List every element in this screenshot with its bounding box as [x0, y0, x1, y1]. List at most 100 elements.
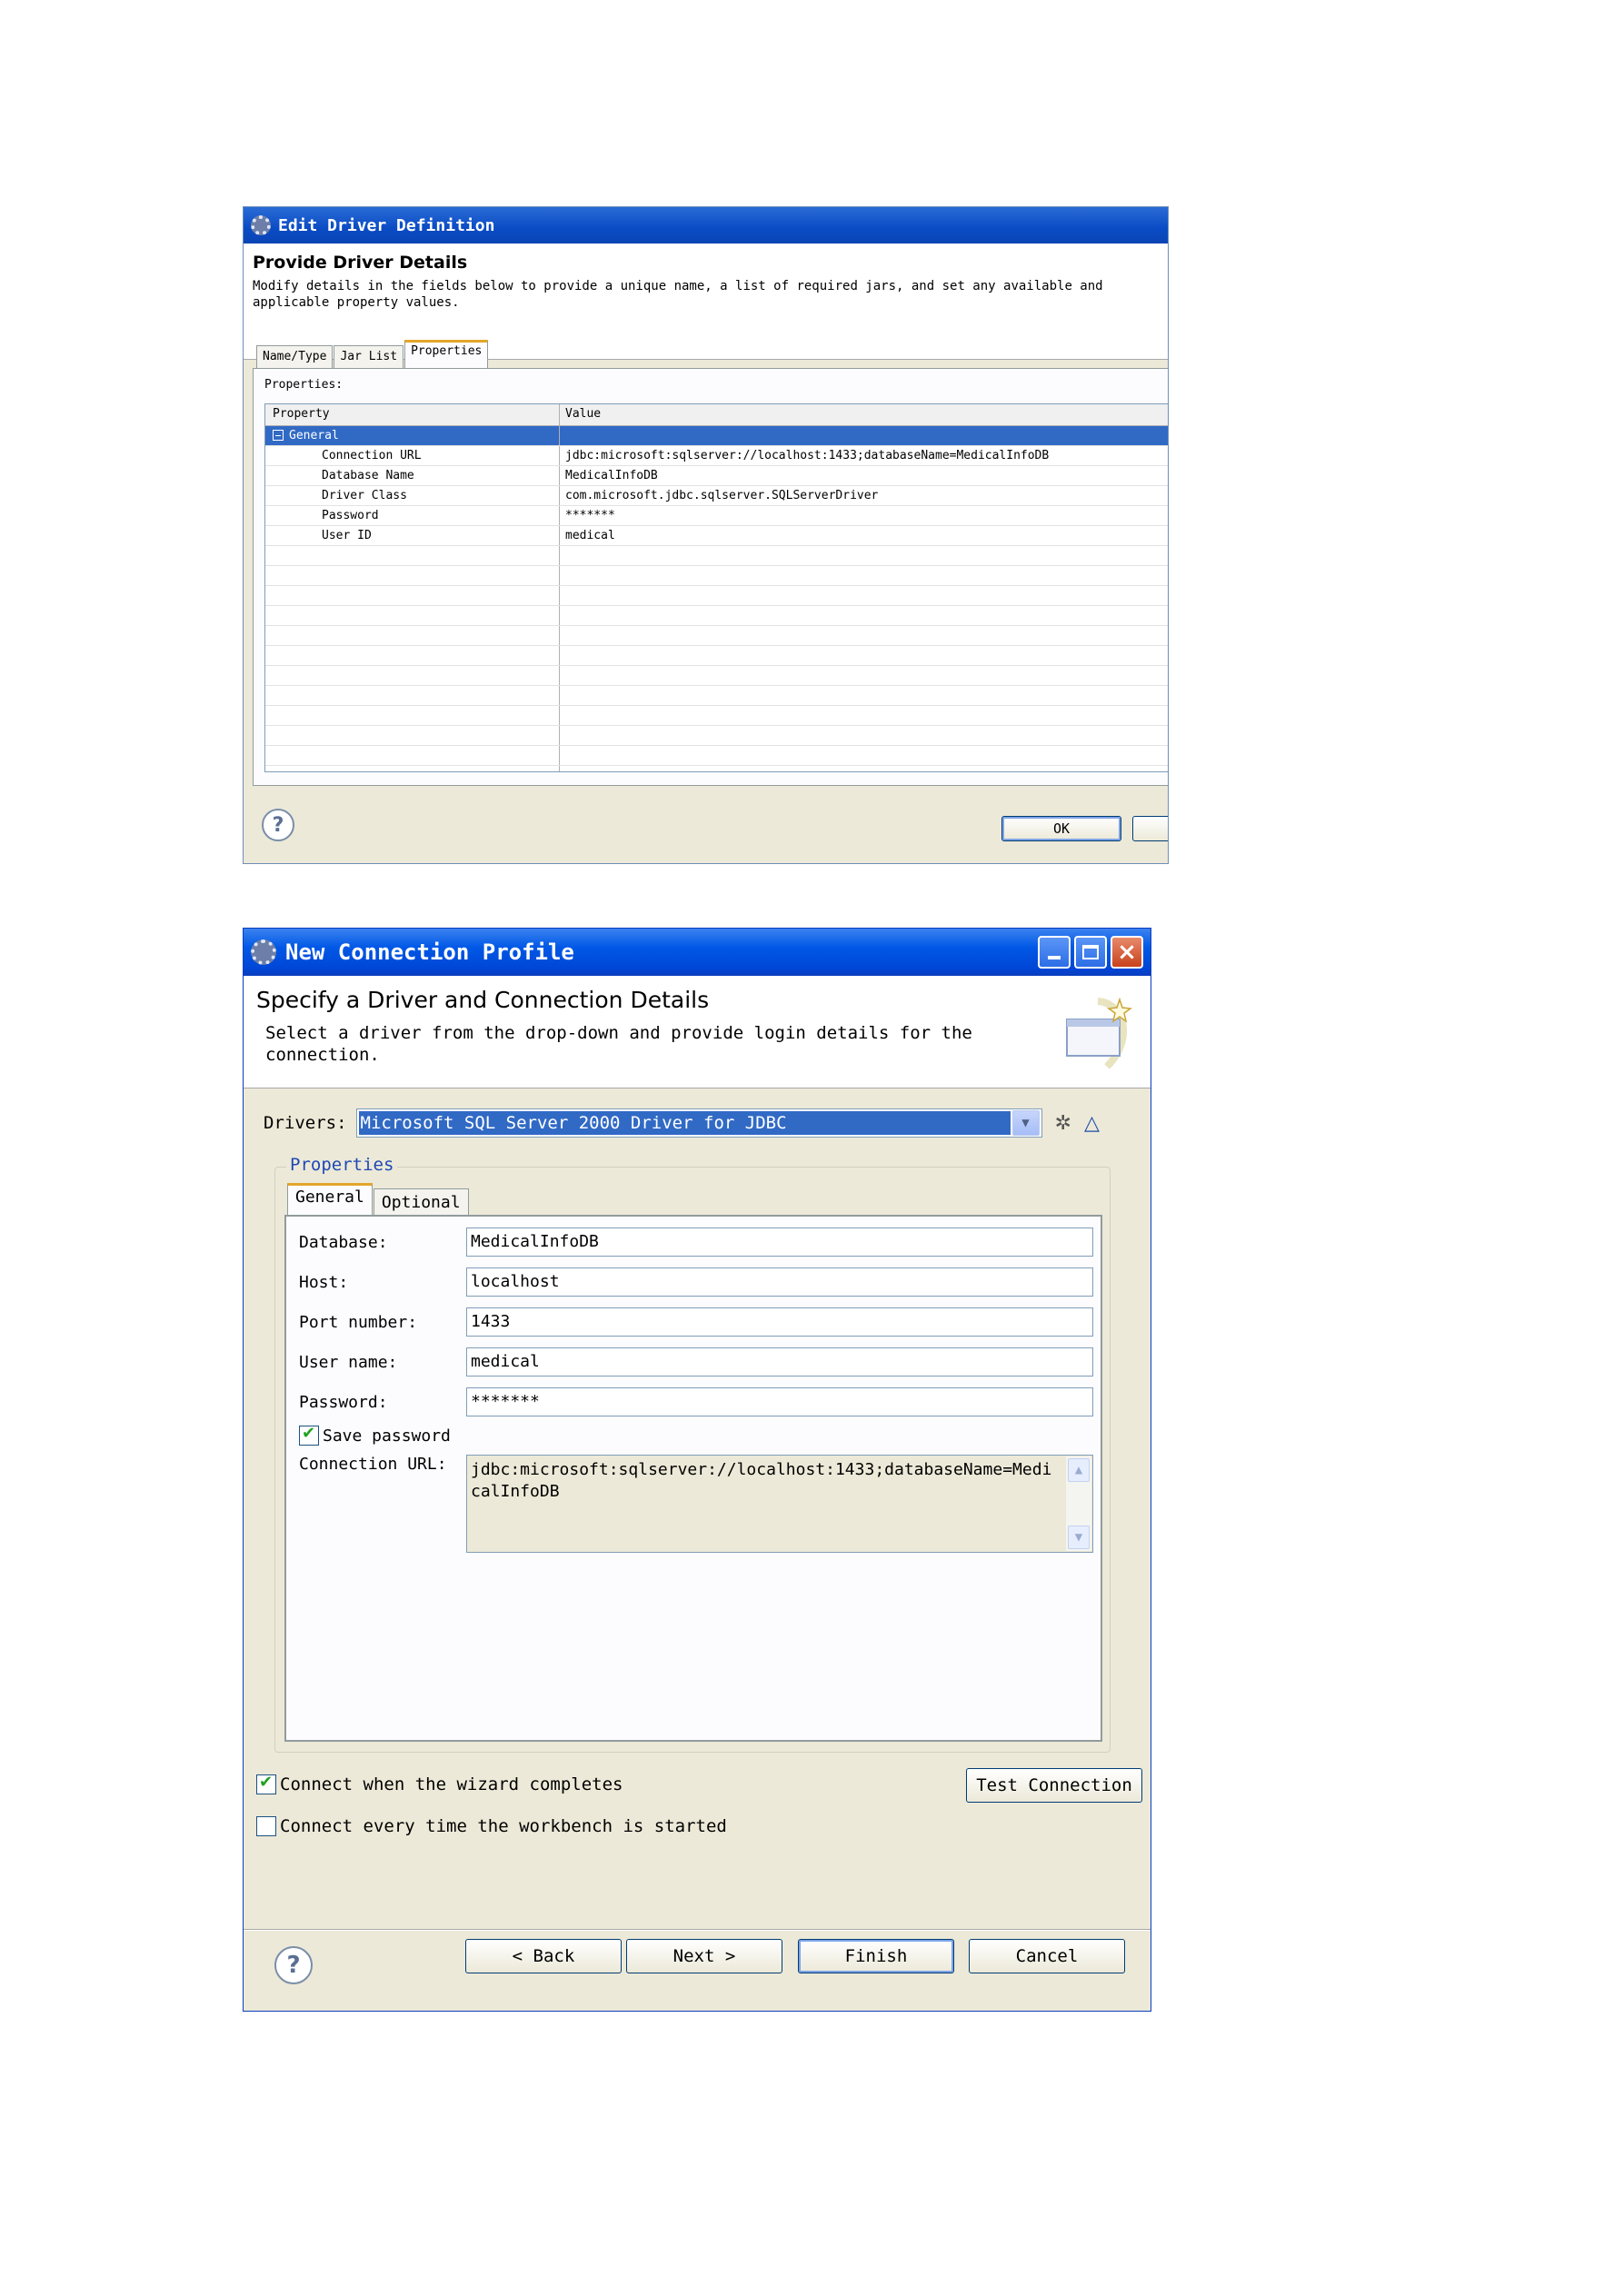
eclipse-gear-icon — [251, 215, 271, 235]
database-row: Database: MedicalInfoDB — [299, 1228, 1093, 1257]
empty-row — [265, 606, 1168, 626]
new-connection-profile-dialog: New Connection Profile × Specify a Drive… — [243, 928, 1151, 2012]
minimize-icon — [1048, 956, 1061, 959]
password-field[interactable]: ******* — [466, 1387, 1093, 1416]
dialog1-header-title: Provide Driver Details — [253, 253, 468, 273]
table-header: Property Value — [265, 404, 1168, 426]
empty-row — [265, 746, 1168, 766]
empty-row — [265, 686, 1168, 706]
chevron-down-icon[interactable]: ▼ — [1011, 1110, 1040, 1136]
dialog2-header-title: Specify a Driver and Connection Details — [256, 987, 710, 1013]
scroll-up-icon[interactable]: ▲ — [1068, 1458, 1090, 1482]
tab-optional[interactable]: Optional — [373, 1188, 469, 1216]
drivers-dropdown[interactable]: Microsoft SQL Server 2000 Driver for JDB… — [355, 1108, 1042, 1138]
port-row: Port number: 1433 — [299, 1307, 1093, 1337]
password-label: Password: — [299, 1392, 388, 1412]
property-value[interactable]: MedicalInfoDB — [560, 466, 1168, 485]
connect-on-complete-checkbox[interactable] — [256, 1773, 276, 1794]
property-value[interactable]: medical — [560, 526, 1168, 545]
connect-on-complete-row[interactable]: Connect when the wizard completes — [256, 1773, 623, 1794]
user-name-field[interactable]: medical — [466, 1347, 1093, 1377]
minimize-button[interactable] — [1038, 936, 1071, 969]
empty-row — [265, 706, 1168, 726]
connection-url-label: Connection URL: — [299, 1455, 447, 1474]
dialog2-header-desc: Select a driver from the drop-down and p… — [265, 1023, 972, 1065]
cancel-button[interactable]: Cancel — [969, 1939, 1125, 1973]
dialog1-titlebar[interactable]: Edit Driver Definition — [244, 207, 1168, 244]
table-row[interactable]: Driver Class com.microsoft.jdbc.sqlserve… — [265, 486, 1168, 506]
save-password-label: Save password — [323, 1426, 451, 1446]
connect-every-time-checkbox[interactable] — [256, 1816, 276, 1836]
connection-url-row: Connection URL: jdbc:microsoft:sqlserver… — [299, 1455, 1093, 1553]
empty-row — [265, 726, 1168, 746]
property-name: User ID — [265, 526, 560, 545]
properties-table[interactable]: Property Value General Connection URL jd… — [264, 403, 1168, 772]
empty-row — [265, 646, 1168, 666]
save-password-row[interactable]: Save password — [299, 1424, 451, 1446]
dialog2-header: Specify a Driver and Connection Details … — [244, 976, 1151, 1088]
empty-row — [265, 626, 1168, 646]
help-icon[interactable]: ? — [262, 809, 294, 841]
host-label: Host: — [299, 1272, 349, 1292]
connection-url-textarea[interactable]: jdbc:microsoft:sqlserver://localhost:143… — [466, 1455, 1093, 1553]
collapse-icon[interactable] — [273, 430, 284, 441]
finish-button[interactable]: Finish — [798, 1939, 954, 1973]
dialog1-header-desc: Modify details in the fields below to pr… — [253, 279, 1103, 310]
dialog1-tabs: Name/Type Jar List Properties — [256, 340, 489, 369]
property-name: Password — [265, 506, 560, 525]
dialog2-title: New Connection Profile — [285, 939, 574, 965]
test-connection-button[interactable]: Test Connection — [966, 1768, 1142, 1803]
table-row[interactable]: Connection URL jdbc:microsoft:sqlserver:… — [265, 446, 1168, 466]
close-button[interactable]: × — [1111, 936, 1143, 969]
connection-url-value: jdbc:microsoft:sqlserver://localhost:143… — [471, 1460, 1052, 1501]
property-name: Connection URL — [265, 446, 560, 465]
property-value[interactable]: ******* — [560, 506, 1168, 525]
host-row: Host: localhost — [299, 1267, 1093, 1297]
database-field[interactable]: MedicalInfoDB — [466, 1228, 1093, 1257]
drivers-row: Drivers: Microsoft SQL Server 2000 Drive… — [264, 1108, 1100, 1138]
table-row[interactable]: Database Name MedicalInfoDB — [265, 466, 1168, 486]
scroll-down-icon[interactable]: ▼ — [1068, 1526, 1090, 1549]
property-value[interactable]: jdbc:microsoft:sqlserver://localhost:143… — [560, 446, 1168, 465]
group-label: General — [289, 429, 339, 442]
table-row[interactable]: Password ******* — [265, 506, 1168, 526]
column-header-value[interactable]: Value — [560, 404, 1168, 425]
dialog2-titlebar[interactable]: New Connection Profile × — [244, 929, 1151, 976]
dialog1-title: Edit Driver Definition — [278, 215, 495, 235]
port-label: Port number: — [299, 1312, 418, 1332]
url-scrollbar[interactable]: ▲ ▼ — [1066, 1456, 1091, 1551]
empty-row — [265, 766, 1168, 771]
edit-driver-definition-dialog: Edit Driver Definition Provide Driver De… — [243, 206, 1169, 864]
back-button[interactable]: < Back — [465, 1939, 622, 1973]
table-row[interactable]: User ID medical — [265, 526, 1168, 546]
connect-on-complete-label: Connect when the wizard completes — [280, 1774, 623, 1794]
next-button[interactable]: Next > — [626, 1939, 782, 1973]
dialog1-properties-panel: Properties: Property Value General Conne… — [253, 368, 1168, 786]
connect-every-time-row[interactable]: Connect every time the workbench is star… — [256, 1816, 727, 1836]
tab-properties[interactable]: Properties — [404, 340, 489, 369]
user-row: User name: medical — [299, 1347, 1093, 1377]
maximize-button[interactable] — [1074, 936, 1107, 969]
table-row-general[interactable]: General — [265, 426, 1168, 446]
tab-jar-list[interactable]: Jar List — [334, 345, 404, 369]
save-password-checkbox[interactable] — [299, 1424, 319, 1446]
empty-row — [265, 586, 1168, 606]
drivers-label: Drivers: — [264, 1113, 347, 1133]
property-name: Database Name — [265, 466, 560, 485]
ok-button[interactable]: OK — [1001, 816, 1121, 841]
new-driver-icon[interactable]: ✲ — [1055, 1112, 1071, 1135]
properties-label: Properties: — [264, 378, 344, 392]
port-field[interactable]: 1433 — [466, 1307, 1093, 1337]
tab-general[interactable]: General — [287, 1183, 373, 1216]
edit-driver-icon[interactable]: △ — [1084, 1112, 1100, 1135]
dialog1-button-bar: ? OK C — [244, 789, 1168, 863]
column-header-property[interactable]: Property — [265, 404, 560, 425]
help-icon[interactable]: ? — [274, 1946, 313, 1984]
host-field[interactable]: localhost — [466, 1267, 1093, 1297]
wizard-banner-icon — [1066, 997, 1132, 1068]
dialog2-tabs: General Optional — [286, 1181, 469, 1216]
password-row: Password: ******* — [299, 1387, 1093, 1416]
tab-name-type[interactable]: Name/Type — [256, 345, 334, 369]
property-value[interactable]: com.microsoft.jdbc.sqlserver.SQLServerDr… — [560, 486, 1168, 505]
cancel-button[interactable]: C — [1132, 816, 1168, 841]
